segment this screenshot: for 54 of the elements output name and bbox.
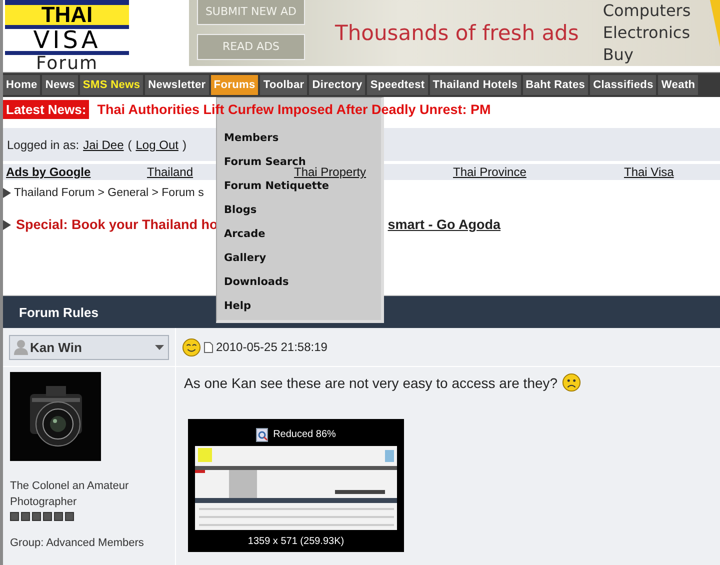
menu-item[interactable]: Gallery — [224, 251, 266, 265]
smiley-icon — [182, 338, 201, 356]
attachment-caption: Reduced 86% — [273, 429, 336, 440]
user-icon — [14, 339, 28, 355]
attachment-thumbnail[interactable]: Reduced 86% 1359 x 571 (259.93K) — [188, 419, 404, 552]
menu-item[interactable]: Members — [224, 131, 279, 145]
breadcrumb: Thailand Forum > General > Forum s — [14, 187, 204, 199]
menu-item[interactable]: Help — [224, 299, 252, 313]
nav-tab[interactable]: Thailand Hotels — [430, 75, 521, 95]
sad-face-icon — [562, 373, 581, 392]
nav-tab[interactable]: Toolbar — [260, 75, 308, 95]
bracket: ) — [182, 138, 186, 152]
ad-headline: Thousands of fresh ads — [335, 21, 579, 45]
member-group: Group: Advanced Members — [10, 537, 175, 549]
ad-link[interactable]: Thai Visa — [624, 165, 674, 179]
latest-news-label: Latest News: — [3, 100, 90, 118]
logout-link[interactable]: Log Out — [136, 138, 178, 152]
arrow-icon — [3, 220, 11, 230]
nav-tab[interactable]: Speedtest — [367, 75, 428, 95]
arrow-icon — [3, 188, 11, 198]
nav-tab[interactable]: Classifieds — [590, 75, 656, 95]
ad-link[interactable]: Thai Property — [294, 165, 366, 179]
nav-tab[interactable]: News — [42, 75, 78, 95]
caret-icon — [155, 344, 164, 350]
logo-text: VISA — [5, 29, 129, 55]
special-offer-link[interactable]: smart - Go Agoda — [388, 217, 501, 232]
nav-tab[interactable]: Directory — [309, 75, 366, 95]
ad-category[interactable]: Buy — [602, 44, 691, 66]
menu-item[interactable]: Downloads — [224, 275, 289, 289]
bracket: ( — [128, 138, 132, 152]
nav-tab[interactable]: Weath — [658, 75, 698, 95]
nav-tab[interactable]: SMS News — [80, 75, 144, 95]
nav-tab[interactable]: Newsletter — [145, 75, 209, 95]
magnifier-icon — [256, 428, 270, 442]
attachment-size: 1359 x 571 (259.93K) — [248, 536, 344, 547]
ad-category[interactable]: Electronics — [602, 22, 691, 44]
user-link[interactable]: Jai Dee — [83, 138, 124, 152]
news-headline[interactable]: Thai Authorities Lift Curfew Imposed After Deadly Unrest: PM — [97, 102, 491, 116]
ads-label[interactable]: Ads by Google — [6, 165, 91, 179]
post-text: As one Kan see these are not very easy to access are they? — [184, 374, 558, 390]
nav-tab[interactable]: Home — [3, 75, 40, 95]
nav-tab[interactable]: Baht Rates — [522, 75, 588, 95]
member-title: The Colonel an Amateur Photographer — [10, 479, 130, 510]
ad-link[interactable]: Thailand — [147, 165, 194, 179]
login-label: Logged in as: — [7, 138, 80, 152]
menu-item[interactable]: Blogs — [224, 203, 257, 217]
logo-text: THAI — [5, 0, 129, 29]
ad-category[interactable]: Computers — [602, 0, 691, 22]
author-dropdown[interactable]: Kan Win — [9, 334, 169, 360]
post-timestamp: 2010-05-25 21:58:19 — [216, 340, 328, 354]
ad-link[interactable]: Thai Province — [453, 165, 526, 179]
document-icon — [204, 342, 213, 352]
menu-item[interactable]: Forum Netiquette — [224, 179, 330, 193]
menu-item[interactable]: Arcade — [224, 227, 266, 241]
